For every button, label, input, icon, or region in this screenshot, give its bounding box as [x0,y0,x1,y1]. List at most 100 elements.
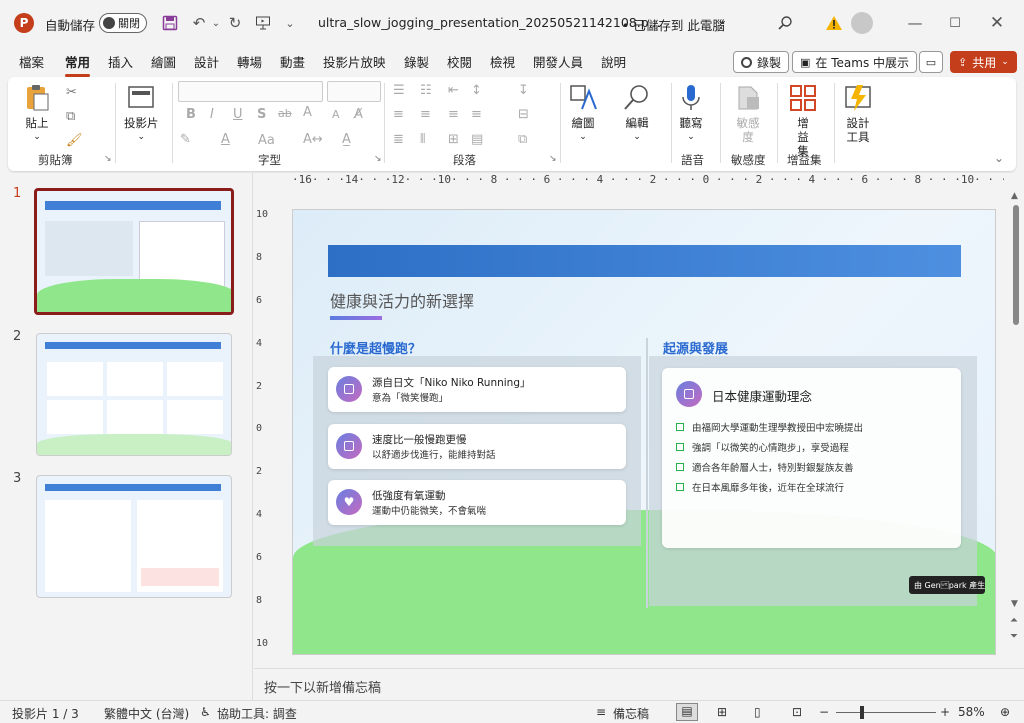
undo-dropdown-icon[interactable]: ⌄ [210,12,222,34]
align-distribute-icon[interactable]: ≣ [393,132,404,147]
highlight-icon[interactable]: ✎ [180,132,191,147]
addins-button[interactable]: 增益集 [786,83,820,158]
tab-file[interactable]: 檔案 [19,52,44,71]
tab-design[interactable]: 設計 [194,52,219,71]
tab-home[interactable]: 常用 [65,52,91,77]
align-center-icon[interactable]: ≡ [420,107,431,122]
text-direction-icon[interactable]: ↧ [518,83,529,98]
tab-view[interactable]: 檢視 [490,52,515,71]
scrollbar-thumb[interactable] [1013,205,1019,325]
tab-transitions[interactable]: 轉場 [237,52,262,71]
redo-icon[interactable]: ↻ [224,12,246,34]
tab-slideshow[interactable]: 投影片放映 [323,52,386,71]
align-text-icon[interactable]: ⊟ [518,107,529,122]
align-left-icon[interactable]: ≡ [393,107,404,122]
font-color-button[interactable]: A [221,132,230,147]
record-button[interactable]: 錄製 [733,51,790,73]
present-icon[interactable] [252,12,274,34]
font-family-select[interactable] [178,81,323,102]
strikethrough-button[interactable]: ab [278,107,292,120]
warning-icon[interactable] [823,12,845,34]
slide-thumbnail-1[interactable] [34,188,234,315]
scroll-down-icon[interactable]: ▼ [1011,599,1018,609]
tab-insert[interactable]: 插入 [108,52,133,71]
char-spacing-icon[interactable]: A↔ [303,132,323,147]
tab-developer[interactable]: 開發人員 [533,52,583,71]
zoom-slider-thumb[interactable] [860,706,864,719]
vertical-text-icon[interactable]: ⫴ [420,132,425,147]
scroll-up-icon[interactable]: ▲ [1011,191,1018,201]
close-icon[interactable]: ✕ [982,12,1012,34]
present-in-teams-button[interactable]: ▣ 在 Teams 中展示 [792,51,918,73]
save-status-chevron-icon[interactable]: ⌄ [717,12,727,27]
autosave-toggle[interactable]: 關閉 [99,13,147,33]
zoom-level[interactable]: 58% [958,705,985,719]
fit-to-window-icon[interactable]: ⊕ [1000,705,1010,719]
normal-view-icon[interactable]: ▤ [676,703,698,721]
tab-review[interactable]: 校閱 [447,52,472,71]
feature-card[interactable]: 源自日文「Niko Niko Running」 意為「微笑慢跑」 [328,367,626,412]
justify-icon[interactable]: ≡ [471,107,482,122]
slide-canvas[interactable]: 健康與活力的新選擇 什麼是超慢跑？ 起源與發展 源自日文「Niko Niko R… [292,209,996,655]
new-slide-button[interactable]: 投影片 ⌄ [124,83,159,144]
tab-draw[interactable]: 繪圖 [151,52,176,71]
save-status[interactable]: • 已儲存到 此電腦 [622,15,725,34]
bullets-icon[interactable]: ☰ [393,83,405,98]
slideshow-view-icon[interactable]: ⊡ [792,705,802,719]
previous-slide-icon[interactable]: ⏶ [1010,615,1018,626]
search-icon[interactable] [774,12,796,34]
slide-thumbnail-2[interactable] [36,333,232,456]
notes-toggle[interactable]: 備忘稿 [613,705,649,722]
collapse-ribbon-icon[interactable]: ⌄ [994,151,1004,165]
decrease-indent-icon[interactable]: ⇤ [448,83,459,98]
cut-icon[interactable]: ✂ [66,85,77,100]
notes-placeholder[interactable]: 按一下以新增備忘稿 [264,677,381,696]
save-icon[interactable] [160,13,180,33]
paragraph-launcher-icon[interactable]: ↘ [549,154,557,164]
decrease-font-icon[interactable]: A [332,108,340,121]
right-heading[interactable]: 起源與發展 [663,338,728,357]
minimize-icon[interactable]: — [900,12,930,34]
editing-button[interactable]: 編輯 ⌄ [622,83,652,144]
align-right-icon[interactable]: ≡ [448,107,459,122]
dictate-button[interactable]: 聽寫 ⌄ [676,83,706,144]
designer-button[interactable]: 設計工具 [840,83,876,144]
notes-icon[interactable]: ≡ [596,705,606,719]
comments-button[interactable]: ▭ [919,51,943,73]
shadow-button[interactable]: S [257,107,266,122]
undo-icon[interactable]: ↶ [188,12,210,34]
tab-record[interactable]: 錄製 [404,52,429,71]
paste-button[interactable]: 貼上 ⌄ [22,83,52,144]
feature-card[interactable]: ♥ 低強度有氧運動 運動中仍能微笑，不會氣喘 [328,480,626,525]
reading-view-icon[interactable]: ▯ [754,705,761,719]
accessibility-status[interactable]: 協助工具: 調查 [217,705,297,722]
clear-format-icon[interactable]: A̸ [354,107,363,122]
paragraph-icon[interactable]: ▤ [471,132,483,147]
tab-help[interactable]: 說明 [601,52,626,71]
font-more-icon[interactable]: A̲ [342,132,351,147]
next-slide-icon[interactable]: ⏷ [1010,631,1018,642]
feature-card[interactable]: 速度比一般慢跑更慢 以舒適步伐進行，能維持對話 [328,424,626,469]
italic-button[interactable]: I [210,107,214,122]
columns-icon[interactable]: ⊞ [448,132,459,147]
underline-button[interactable]: U [233,107,243,122]
clipboard-launcher-icon[interactable]: ↘ [104,154,112,164]
vertical-scrollbar[interactable]: ▲ ▼ ⏶ ⏷ [1010,189,1022,659]
language-indicator[interactable]: 繁體中文 (台灣) [104,705,189,722]
change-case-button[interactable]: Aa [258,133,275,148]
bold-button[interactable]: B [186,107,196,122]
smartart-icon[interactable]: ⧉ [518,132,527,147]
avatar[interactable] [851,12,873,34]
zoom-slider[interactable] [836,712,936,713]
sensitivity-button[interactable]: 敏感度 [728,83,768,144]
increase-font-icon[interactable]: A [303,105,312,120]
accessibility-icon[interactable]: ♿ [200,705,211,719]
font-launcher-icon[interactable]: ↘ [374,154,382,164]
zoom-in-icon[interactable]: + [940,705,950,719]
zoom-out-icon[interactable]: − [819,705,829,719]
slide-thumbnail-3[interactable] [36,475,232,598]
share-button[interactable]: ⇪ 共用 ⌄ [950,51,1017,73]
customize-qat-icon[interactable]: ⌄ [282,12,298,34]
notes-pane[interactable]: 按一下以新增備忘稿 [254,668,1024,700]
format-painter-icon[interactable]: 🖌 [66,133,83,148]
